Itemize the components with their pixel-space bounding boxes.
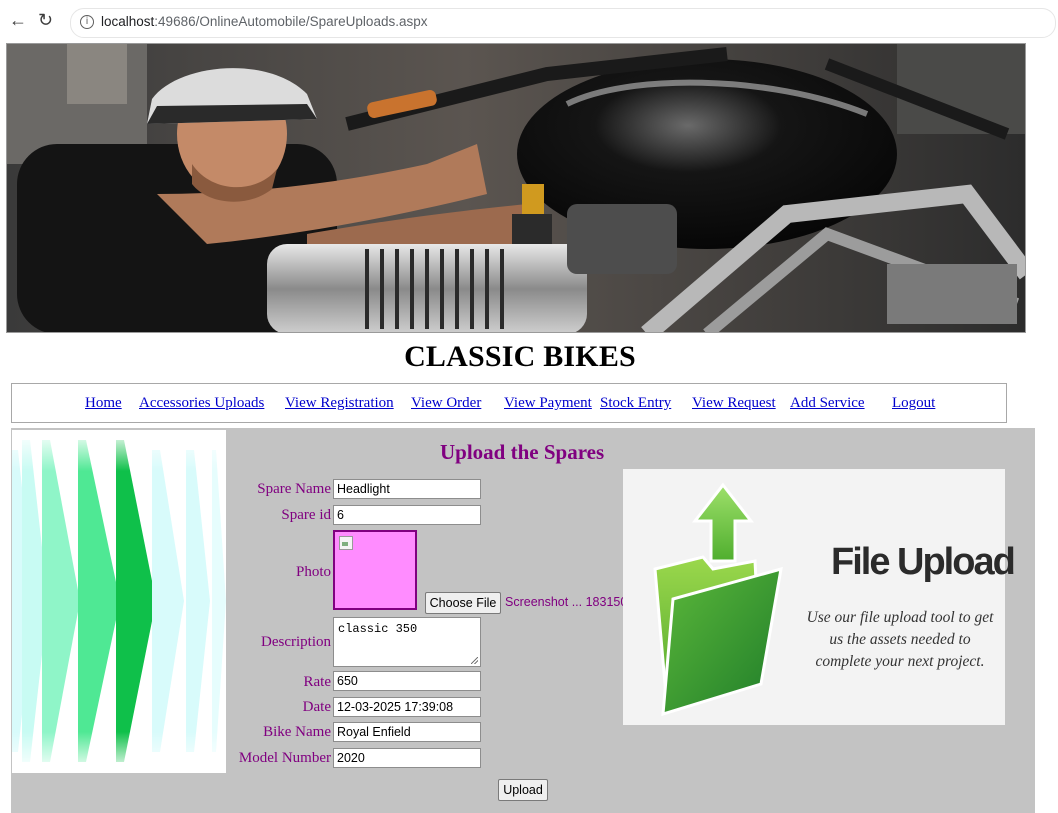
menu-link-view-order[interactable]: View Order bbox=[411, 395, 481, 412]
model-number-label: Model Number bbox=[238, 750, 331, 766]
bike-name-label: Bike Name bbox=[263, 724, 331, 740]
description-label: Description bbox=[261, 634, 331, 650]
back-arrow-icon[interactable]: ← bbox=[9, 10, 27, 31]
reload-icon[interactable]: ↻ bbox=[38, 10, 53, 31]
description-value: classic 350 bbox=[338, 622, 418, 636]
file-upload-subtitle: Use our file upload tool to get us the a… bbox=[806, 609, 994, 670]
menu-link-add-service[interactable]: Add Service bbox=[790, 395, 865, 412]
date-label: Date bbox=[302, 699, 331, 715]
model-number-input[interactable]: 2020 bbox=[333, 748, 481, 768]
photo-preview bbox=[333, 530, 417, 610]
rate-input[interactable]: 650 bbox=[333, 671, 481, 691]
date-input[interactable]: 12-03-2025 17:39:08 bbox=[333, 697, 481, 717]
spare-name-input[interactable]: Headlight bbox=[333, 479, 481, 499]
spare-id-input[interactable]: 6 bbox=[333, 505, 481, 525]
menu-link-stock-entry[interactable]: Stock Entry bbox=[600, 395, 671, 412]
upload-button[interactable]: Upload bbox=[498, 779, 548, 801]
bike-name-input[interactable]: Royal Enfield bbox=[333, 722, 481, 742]
menu-link-view-payment[interactable]: View Payment bbox=[504, 395, 592, 412]
selected-file-name: Screenshot ... 183150 bbox=[505, 595, 628, 609]
info-icon[interactable]: i bbox=[80, 15, 94, 29]
menu-link-view-registration[interactable]: View Registration bbox=[285, 395, 394, 412]
photo-label: Photo bbox=[295, 564, 331, 580]
spare-id-label: Spare id bbox=[281, 507, 331, 523]
choose-file-button[interactable]: Choose File bbox=[425, 592, 501, 614]
rate-label: Rate bbox=[303, 674, 332, 690]
main-menu: Home Accessories Uploads View Registrati… bbox=[11, 383, 1007, 423]
browser-toolbar: ← ↻ i localhost:49686/OnlineAutomobile/S… bbox=[0, 0, 1058, 44]
file-upload-title: File Upload bbox=[831, 541, 1016, 583]
address-bar[interactable]: i localhost:49686/OnlineAutomobile/Spare… bbox=[70, 8, 1056, 38]
folder-upload-icon bbox=[653, 482, 783, 717]
banner-image bbox=[6, 43, 1026, 333]
file-upload-illustration: File Upload Use our file upload tool to … bbox=[623, 469, 1016, 725]
site-title: CLASSIC BIKES bbox=[404, 340, 636, 373]
menu-link-view-request[interactable]: View Request bbox=[692, 395, 776, 412]
menu-link-accessories-uploads[interactable]: Accessories Uploads bbox=[139, 395, 264, 412]
content-panel: Upload the Spares Spare Name Headlight S… bbox=[11, 428, 1035, 813]
broken-image-icon bbox=[339, 536, 353, 550]
decorative-side-image bbox=[12, 430, 226, 773]
spare-name-label: Spare Name bbox=[257, 481, 331, 497]
menu-link-logout[interactable]: Logout bbox=[892, 395, 935, 412]
form-title: Upload the Spares bbox=[440, 440, 605, 464]
menu-link-home[interactable]: Home bbox=[85, 395, 122, 412]
url-text[interactable]: localhost:49686/OnlineAutomobile/SpareUp… bbox=[101, 14, 427, 29]
description-textarea[interactable]: classic 350 bbox=[333, 617, 481, 667]
resize-grip-icon[interactable] bbox=[471, 657, 478, 664]
